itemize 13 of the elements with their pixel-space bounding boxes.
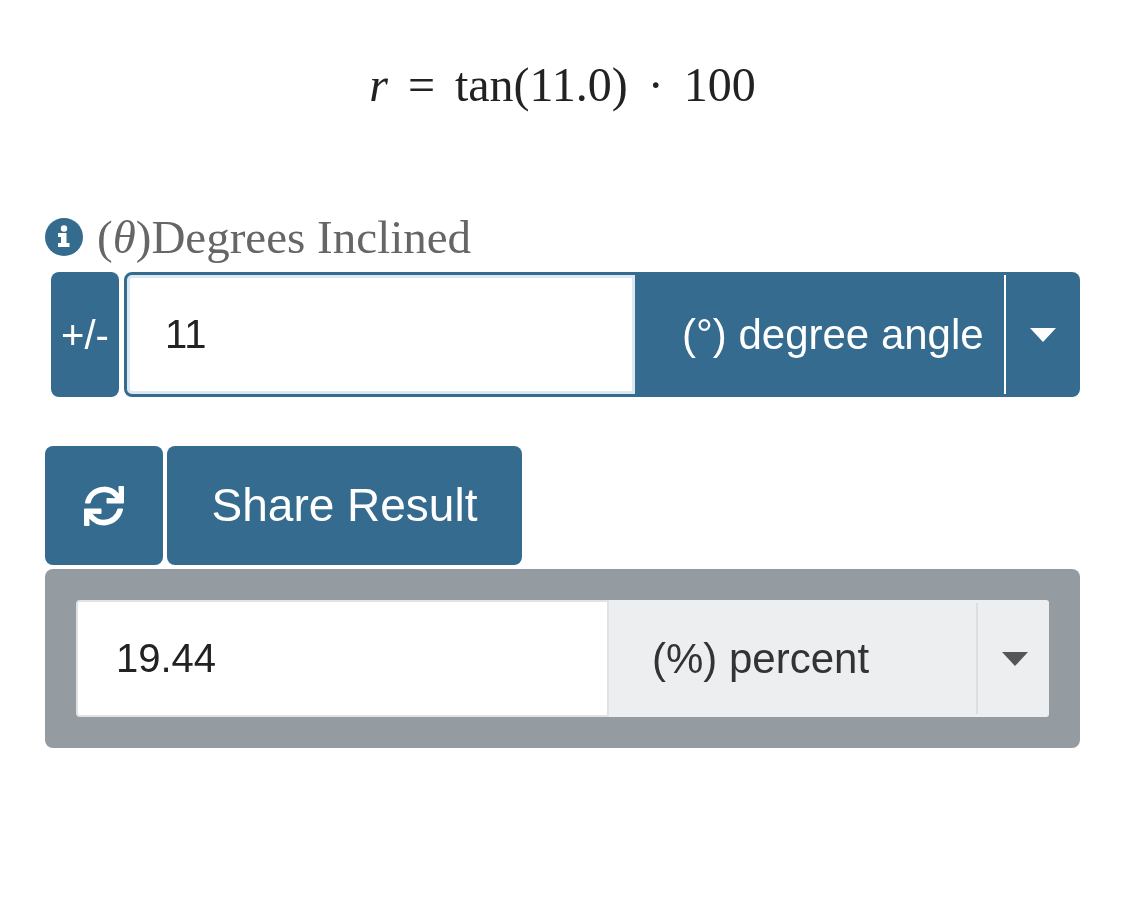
refresh-icon [84,485,124,526]
sign-toggle-button[interactable]: +/- [51,272,119,397]
share-result-button[interactable]: Share Result [167,446,522,565]
caret-icon [1002,651,1028,666]
angle-input[interactable]: 11 [124,272,638,397]
formula-text: r = tan(11.0) · 100 [369,57,756,114]
unit-select[interactable]: (°) degree angle [638,272,1080,397]
result-value-field[interactable]: 19.44 [76,600,609,717]
caret-icon [1030,327,1056,342]
refresh-button[interactable] [45,446,163,565]
result-unit-select[interactable]: (%) percent [609,600,1049,717]
info-icon[interactable] [45,218,83,256]
field-label: (θ)Degrees Inclined [97,212,472,262]
